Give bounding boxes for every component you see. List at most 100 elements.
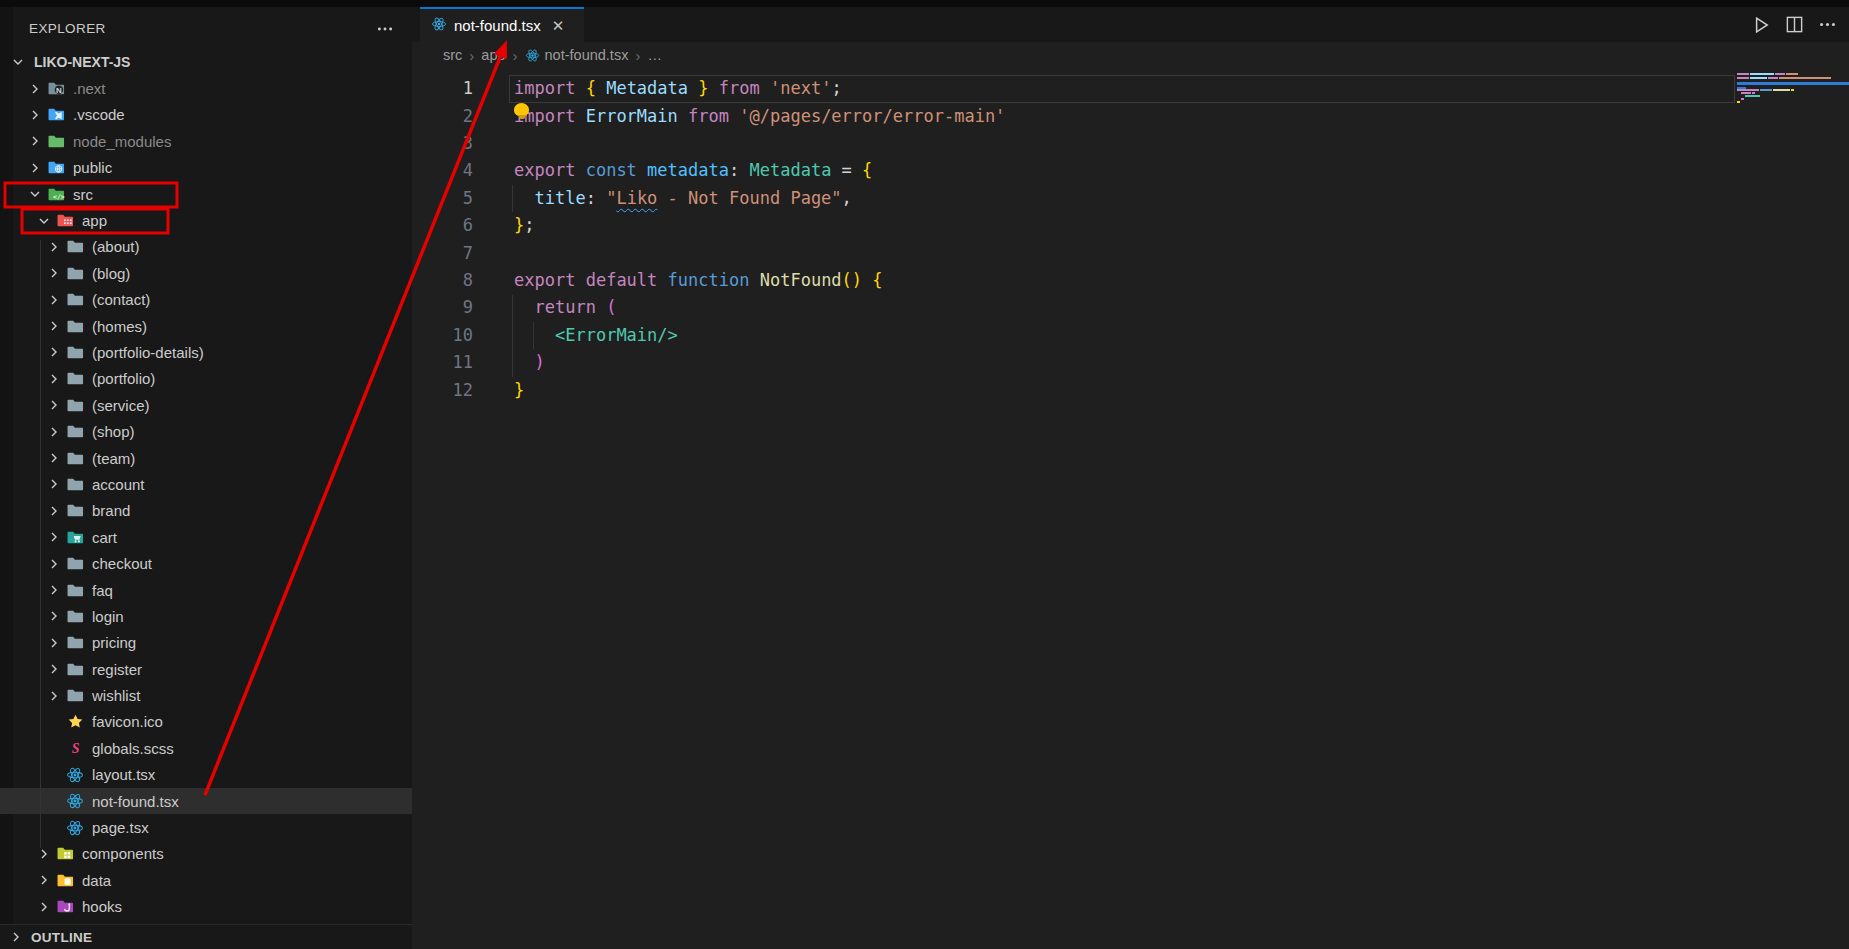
chevron-right-icon xyxy=(8,929,24,945)
chevron-right-icon xyxy=(46,582,62,598)
line-number: 10 xyxy=(412,322,473,349)
tree-folder-homes[interactable]: (homes) xyxy=(0,313,412,339)
code-line-11: 11 ) xyxy=(412,349,1005,376)
no-chevron xyxy=(46,740,62,756)
chevron-right-icon xyxy=(46,292,62,308)
breadcrumb-notfoundtsx[interactable]: not-found.tsx xyxy=(525,47,629,63)
tree-file-faviconico[interactable]: favicon.ico xyxy=(0,709,412,735)
tree-folder-portfolio-details[interactable]: (portfolio-details) xyxy=(0,339,412,365)
tree-folder-cart[interactable]: cart xyxy=(0,524,412,550)
app-icon xyxy=(56,212,74,229)
tab-not-found[interactable]: not-found.tsx ✕ xyxy=(420,7,584,42)
tree-folder-brand[interactable]: brand xyxy=(0,498,412,524)
chevron-down-icon xyxy=(36,213,52,229)
lightbulb-icon[interactable] xyxy=(514,103,530,119)
chevron-right-icon xyxy=(36,846,52,862)
tree-file-not-foundtsx[interactable]: not-found.tsx xyxy=(0,788,412,814)
tree-folder-team[interactable]: (team) xyxy=(0,445,412,471)
public-icon xyxy=(47,159,65,176)
chevron-right-icon xyxy=(46,476,62,492)
tree-folder-wishlist[interactable]: wishlist xyxy=(0,682,412,708)
code-line-8: 8export default function NotFound() { xyxy=(412,267,1005,294)
hooks-icon xyxy=(56,898,74,915)
code-line-4: 4export const metadata: Metadata = { xyxy=(412,157,1005,184)
line-number: 4 xyxy=(412,157,473,184)
breadcrumb-src[interactable]: src xyxy=(443,47,462,63)
tree-folder-next[interactable]: N.next xyxy=(0,75,412,101)
svg-text:</>: </> xyxy=(53,192,65,200)
tree-folder-shop[interactable]: (shop) xyxy=(0,418,412,444)
tree-folder-vscode[interactable]: .vscode xyxy=(0,102,412,128)
tree-folder-hooks[interactable]: hooks xyxy=(0,894,412,920)
outline-title: OUTLINE xyxy=(31,930,92,945)
tree-folder-about[interactable]: (about) xyxy=(0,234,412,260)
tree-folder-public[interactable]: public xyxy=(0,155,412,181)
breadcrumb-[interactable]: … xyxy=(647,47,662,63)
folder-icon xyxy=(66,423,84,440)
tree-folder-contact[interactable]: (contact) xyxy=(0,287,412,313)
line-number: 6 xyxy=(412,212,473,239)
chevron-down-icon xyxy=(10,54,26,70)
react-icon xyxy=(66,766,84,783)
line-number: 2 xyxy=(412,103,473,130)
tree-folder-service[interactable]: (service) xyxy=(0,392,412,418)
explorer-title: EXPLORER xyxy=(29,21,106,36)
tree-folder-components[interactable]: components xyxy=(0,841,412,867)
explorer-more-actions-icon[interactable] xyxy=(376,20,394,42)
breadcrumbs: src›app›not-found.tsx›… xyxy=(412,42,1849,68)
no-chevron xyxy=(46,793,62,809)
tree-folder-register[interactable]: register xyxy=(0,656,412,682)
tree-file-globalsscss[interactable]: Sglobals.scss xyxy=(0,735,412,761)
svg-text:N: N xyxy=(56,86,62,95)
tree-folder-src[interactable]: </>src xyxy=(0,181,412,207)
tree-folder-checkout[interactable]: checkout xyxy=(0,550,412,576)
tree-folder-node_modules[interactable]: node_modules xyxy=(0,128,412,154)
line-number: 8 xyxy=(412,267,473,294)
tree-file-pagetsx[interactable]: page.tsx xyxy=(0,814,412,840)
editor-more-actions-icon[interactable] xyxy=(1818,15,1837,34)
chevron-right-icon xyxy=(46,450,62,466)
breadcrumb-app[interactable]: app xyxy=(481,47,505,63)
code-indent-guide xyxy=(512,185,513,212)
line-number: 12 xyxy=(412,377,473,404)
no-chevron xyxy=(46,767,62,783)
code-line-9: 9 return ( xyxy=(412,294,1005,321)
minimap[interactable] xyxy=(1737,68,1849,949)
outline-section-header[interactable]: OUTLINE xyxy=(0,924,412,949)
tab-close-icon[interactable]: ✕ xyxy=(552,17,565,35)
run-icon[interactable] xyxy=(1751,15,1771,35)
tree-folder-LIKO-NEXT-JS[interactable]: LIKO-NEXT-JS xyxy=(0,49,412,75)
tree-folder-app[interactable]: app xyxy=(0,207,412,233)
tree-folder-account[interactable]: account xyxy=(0,471,412,497)
chevron-right-icon xyxy=(46,318,62,334)
code-line-2: 2import ErrorMain from '@/pages/error/er… xyxy=(412,103,1005,130)
folder-icon xyxy=(66,661,84,678)
editor-area: not-found.tsx ✕ src›app›not-found.tsx›… … xyxy=(412,7,1849,949)
chevron-down-icon xyxy=(27,186,43,202)
line-number: 7 xyxy=(412,240,473,267)
tree-folder-faq[interactable]: faq xyxy=(0,577,412,603)
chevron-right-icon xyxy=(46,608,62,624)
code-line-6: 6}; xyxy=(412,212,1005,239)
split-editor-icon[interactable] xyxy=(1785,15,1804,34)
chevron-right-icon xyxy=(27,160,43,176)
tree-file-layouttsx[interactable]: layout.tsx xyxy=(0,762,412,788)
line-number: 3 xyxy=(412,130,473,157)
code-indent-guide xyxy=(512,295,513,377)
code-line-3: 3 xyxy=(412,130,1005,157)
window-top-edge xyxy=(0,0,1849,7)
folder-icon xyxy=(66,344,84,361)
tree-folder-blog[interactable]: (blog) xyxy=(0,260,412,286)
tree-indent-guide xyxy=(40,240,41,848)
code-editor[interactable]: 1import { Metadata } from 'next';2import… xyxy=(412,68,1849,949)
tree-folder-portfolio[interactable]: (portfolio) xyxy=(0,366,412,392)
explorer-header: EXPLORER xyxy=(0,7,412,49)
tree-folder-pricing[interactable]: pricing xyxy=(0,630,412,656)
react-icon xyxy=(66,793,84,810)
next-icon: N xyxy=(47,80,65,97)
tree-folder-data[interactable]: data xyxy=(0,867,412,893)
chevron-right-icon xyxy=(46,397,62,413)
sass-icon: S xyxy=(66,740,84,757)
tree-folder-login[interactable]: login xyxy=(0,603,412,629)
svg-text:S: S xyxy=(71,741,79,756)
